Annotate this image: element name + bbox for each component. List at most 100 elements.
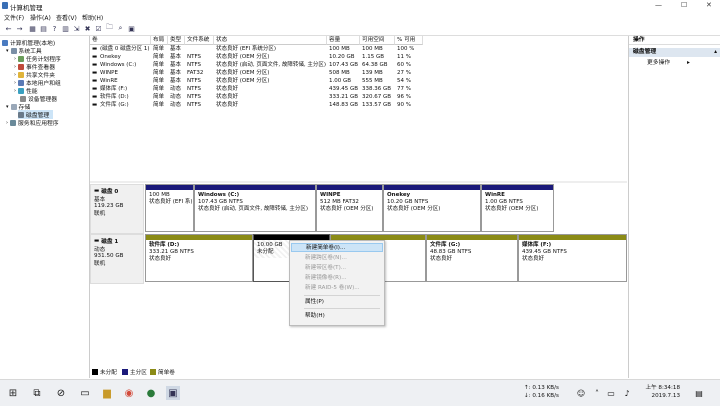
- actions-section-disk-management[interactable]: 磁盘管理 ▴: [629, 48, 720, 57]
- table-row[interactable]: ▬ WinRE 简单 基本 NTFS 状态良好 (OEM 分区) 1.00 GB…: [90, 77, 627, 85]
- cell-volume: WINPE: [100, 70, 118, 76]
- storage-icon: [10, 103, 17, 110]
- partition-files-g[interactable]: 文件库 (G:) 48.83 GB NTFS 状态良好: [426, 234, 518, 282]
- notification-icon[interactable]: ▤: [692, 386, 706, 400]
- menu-new-striped-volume[interactable]: 新建带区卷(T)...: [291, 264, 383, 273]
- chrome-icon[interactable]: ◉: [122, 386, 136, 400]
- table-row[interactable]: ▬ Windows (C:) 简单 基本 NTFS 状态良好 (启动, 页面文件…: [90, 61, 627, 69]
- partition-software-d[interactable]: 软件库 (D:) 333.21 GB NTFS 状态良好: [145, 234, 253, 282]
- delete-icon[interactable]: ✖: [82, 23, 93, 34]
- search-icon[interactable]: ⌕: [115, 23, 126, 34]
- cell-type: 基本: [170, 46, 182, 52]
- minimize-button[interactable]: —: [655, 1, 662, 9]
- folder-icon[interactable]: ▆: [100, 386, 114, 400]
- partition-media-f[interactable]: 媒体库 (F:) 439.45 GB NTFS 状态良好: [518, 234, 627, 282]
- properties-icon[interactable]: ▥: [60, 23, 71, 34]
- expand-icon[interactable]: ›: [14, 88, 16, 94]
- volume-icon: ▬: [92, 62, 98, 68]
- cell-percent: 77 %: [397, 86, 411, 92]
- partition-winre[interactable]: WinRE 1.00 GB NTFS 状态良好 (OEM 分区): [481, 184, 554, 232]
- table-row[interactable]: ▬ Onekey 简单 基本 NTFS 状态良好 (OEM 分区) 10.20 …: [90, 53, 627, 61]
- show-tree-icon[interactable]: ▤: [38, 23, 49, 34]
- cell-capacity: 10.20 GB: [329, 54, 355, 60]
- cell-type: 动态: [170, 94, 182, 100]
- cell-percent: 96 %: [397, 94, 411, 100]
- column-header-status[interactable]: 状态: [214, 36, 327, 45]
- forward-icon[interactable]: →: [14, 23, 25, 34]
- app-icon[interactable]: ●: [144, 386, 158, 400]
- collapse-icon[interactable]: ▾: [6, 48, 9, 54]
- cell-status: 状态良好 (启动, 页面文件, 故障转储, 主分区): [216, 62, 327, 68]
- column-header-percent-free[interactable]: % 可用: [395, 36, 423, 45]
- partition-windows-c[interactable]: Windows (C:) 107.43 GB NTFS 状态良好 (启动, 页面…: [194, 184, 316, 232]
- people-icon[interactable]: ☺: [574, 386, 588, 400]
- services-icon: [10, 119, 16, 126]
- table-row[interactable]: ▬ (磁盘 0 磁盘分区 1) 简单 基本 状态良好 (EFI 系统分区) 10…: [90, 45, 627, 53]
- maximize-button[interactable]: ☐: [681, 1, 687, 9]
- expand-icon[interactable]: ›: [14, 56, 16, 62]
- column-header-type[interactable]: 类型: [168, 36, 185, 45]
- help-icon[interactable]: ?: [49, 23, 60, 34]
- back-icon[interactable]: ←: [3, 23, 14, 34]
- view-icon[interactable]: ▣: [126, 23, 137, 34]
- collapse-icon[interactable]: ▾: [6, 104, 9, 110]
- network-icon[interactable]: ▭: [604, 386, 618, 400]
- menu-properties[interactable]: 属性(P): [291, 298, 383, 307]
- table-row[interactable]: ▬ 媒体库 (F:) 简单 动态 NTFS 状态良好 439.45 GB 338…: [90, 85, 627, 93]
- legend: 未分配 主分区 简单卷: [90, 366, 627, 378]
- partition-name: 文件库 (G:): [430, 242, 461, 248]
- disk-0-label[interactable]: ▬ 磁盘 0 基本 119.23 GB 联机: [90, 184, 144, 234]
- export-icon[interactable]: ⇲: [71, 23, 82, 34]
- menu-help-item[interactable]: 帮助(H): [291, 312, 383, 321]
- column-header-filesystem[interactable]: 文件系统: [185, 36, 214, 45]
- cell-percent: 100 %: [397, 46, 415, 52]
- volume-icon[interactable]: ♪: [620, 386, 634, 400]
- table-row[interactable]: ▬ 软件库 (D:) 简单 动态 NTFS 状态良好 333.21 GB 320…: [90, 93, 627, 101]
- table-row[interactable]: ▬ WINPE 简单 基本 FAT32 状态良好 (OEM 分区) 508 MB…: [90, 69, 627, 77]
- menu-new-spanned-volume[interactable]: 新建跨区卷(N)...: [291, 254, 383, 263]
- windows-start-icon[interactable]: ⊞: [6, 386, 20, 400]
- volume-icon: ▬: [92, 46, 98, 52]
- cell-capacity: 508 MB: [329, 70, 350, 76]
- partition-size: 10.20 GB NTFS: [387, 199, 429, 205]
- table-row[interactable]: ▬ 文件库 (G:) 简单 动态 NTFS 状态良好 148.83 GB 133…: [90, 101, 627, 109]
- column-header-free[interactable]: 可用空间: [360, 36, 395, 45]
- performance-icon: [18, 87, 24, 94]
- prohibit-icon[interactable]: ⊘: [54, 386, 68, 400]
- cell-volume: (磁盘 0 磁盘分区 1): [100, 46, 150, 52]
- upload-speed: ↑: 0.13 KB/s: [524, 385, 559, 391]
- check-icon[interactable]: ☑: [93, 23, 104, 34]
- legend-swatch: [122, 369, 128, 375]
- cell-type: 基本: [170, 62, 182, 68]
- column-header-volume[interactable]: 卷: [90, 36, 151, 45]
- more-actions[interactable]: 更多操作 ▸: [629, 59, 720, 68]
- expand-icon[interactable]: ›: [14, 72, 16, 78]
- up-level-icon[interactable]: ▦: [27, 23, 38, 34]
- file-explorer-icon[interactable]: ▭: [78, 386, 92, 400]
- legend-label: 未分配: [100, 370, 117, 376]
- cell-capacity: 439.45 GB: [329, 86, 359, 92]
- menu-new-raid5-volume[interactable]: 新建 RAID-5 卷(W)...: [291, 284, 383, 293]
- partition-onekey[interactable]: Onekey 10.20 GB NTFS 状态良好 (OEM 分区): [383, 184, 481, 232]
- menu-new-simple-volume[interactable]: 新建简单卷(I)...: [291, 243, 383, 252]
- legend-label: 简单卷: [158, 370, 175, 376]
- tree-item-services-apps[interactable]: › 服务和应用程序: [6, 118, 59, 127]
- disk-1-label[interactable]: ▬ 磁盘 1 动态 931.50 GB 联机: [90, 234, 144, 284]
- menu-new-mirrored-volume[interactable]: 新建镜像卷(R)...: [291, 274, 383, 283]
- expand-icon[interactable]: ›: [14, 80, 16, 86]
- cell-layout: 简单: [153, 78, 165, 84]
- clock-icon: [18, 55, 24, 62]
- folder-icon[interactable]: 🗀: [104, 23, 115, 34]
- partition-winpe[interactable]: WINPE 512 MB FAT32 状态良好 (OEM 分区): [316, 184, 383, 232]
- partition-efi[interactable]: 100 MB 状态良好 (EFI 系): [145, 184, 194, 232]
- close-button[interactable]: ✕: [706, 1, 712, 9]
- network-speed: ↑: 0.13 KB/s ↓: 0.16 KB/s: [524, 384, 559, 400]
- task-view-icon[interactable]: ⧉: [30, 386, 44, 400]
- tray-arrow-icon[interactable]: ˄: [590, 386, 604, 400]
- expand-icon[interactable]: ›: [6, 120, 8, 126]
- clock[interactable]: 上午 8:34:18 2019.7.13: [638, 384, 680, 400]
- column-header-capacity[interactable]: 容量: [327, 36, 360, 45]
- expand-icon[interactable]: ›: [14, 64, 16, 70]
- computer-management-taskbar-icon[interactable]: ▣: [166, 386, 180, 400]
- column-header-layout[interactable]: 布局: [151, 36, 168, 45]
